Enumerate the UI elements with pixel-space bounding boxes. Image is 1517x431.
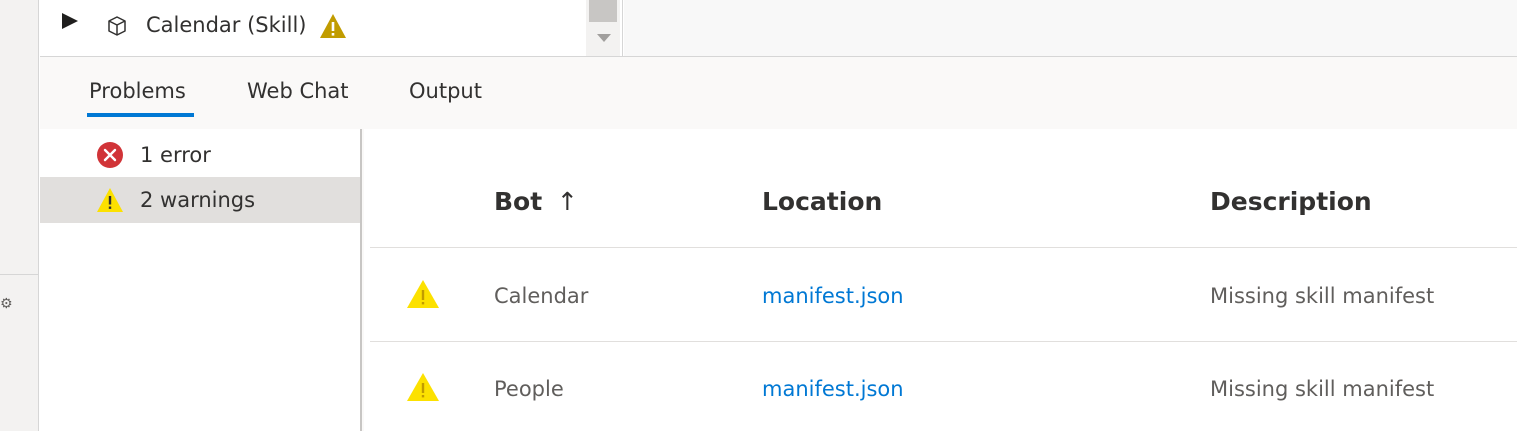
cell-location-link[interactable]: manifest.json	[762, 284, 904, 308]
warning-icon	[407, 280, 439, 308]
warning-icon	[407, 373, 439, 401]
scroll-down-icon[interactable]	[597, 34, 611, 42]
severity-filter-list: 1 error 2 warnings	[40, 129, 362, 431]
tree-item-calendar-skill[interactable]: Calendar (Skill)	[40, 0, 585, 54]
left-rail: ⚙	[0, 0, 39, 431]
sort-ascending-icon: ↑	[556, 187, 578, 216]
tab-web-chat[interactable]: Web Chat	[247, 79, 349, 103]
cell-location-link[interactable]: manifest.json	[762, 377, 904, 401]
problems-table: Bot ↑ Location Description Calendar mani…	[364, 129, 1517, 431]
column-header-bot-label: Bot	[494, 187, 543, 216]
editor-area	[624, 0, 1517, 56]
cell-description: Missing skill manifest	[1210, 377, 1435, 401]
cell-description: Missing skill manifest	[1210, 284, 1435, 308]
error-circle-icon	[97, 142, 123, 168]
row-divider	[370, 341, 1517, 342]
cube-icon	[108, 16, 126, 36]
gear-icon[interactable]: ⚙	[0, 296, 13, 312]
tree-scrollbar[interactable]	[586, 0, 620, 56]
warning-icon	[97, 188, 123, 212]
column-header-bot[interactable]: Bot ↑	[494, 187, 578, 216]
rail-divider	[0, 274, 38, 275]
panel-tabs: Problems Web Chat Output	[40, 57, 640, 129]
filter-errors[interactable]: 1 error	[40, 132, 360, 178]
tab-output[interactable]: Output	[409, 79, 482, 103]
column-header-location[interactable]: Location	[762, 187, 882, 216]
column-header-description[interactable]: Description	[1210, 187, 1372, 216]
scrollbar-thumb[interactable]	[589, 0, 617, 22]
diagnostics-panel: Problems Web Chat Output 1 error 2 warni…	[40, 57, 1517, 431]
tree-item-label: Calendar (Skill)	[146, 13, 307, 37]
project-tree: Calendar (Skill)	[40, 0, 623, 56]
warning-icon	[320, 14, 346, 38]
tab-problems[interactable]: Problems	[87, 79, 194, 117]
filter-errors-label: 1 error	[140, 143, 211, 167]
cell-bot: Calendar	[494, 284, 589, 308]
filter-warnings-label: 2 warnings	[140, 188, 256, 212]
caret-right-icon[interactable]	[62, 13, 78, 29]
filter-warnings[interactable]: 2 warnings	[40, 177, 360, 223]
cell-bot: People	[494, 377, 564, 401]
header-divider	[370, 247, 1517, 248]
